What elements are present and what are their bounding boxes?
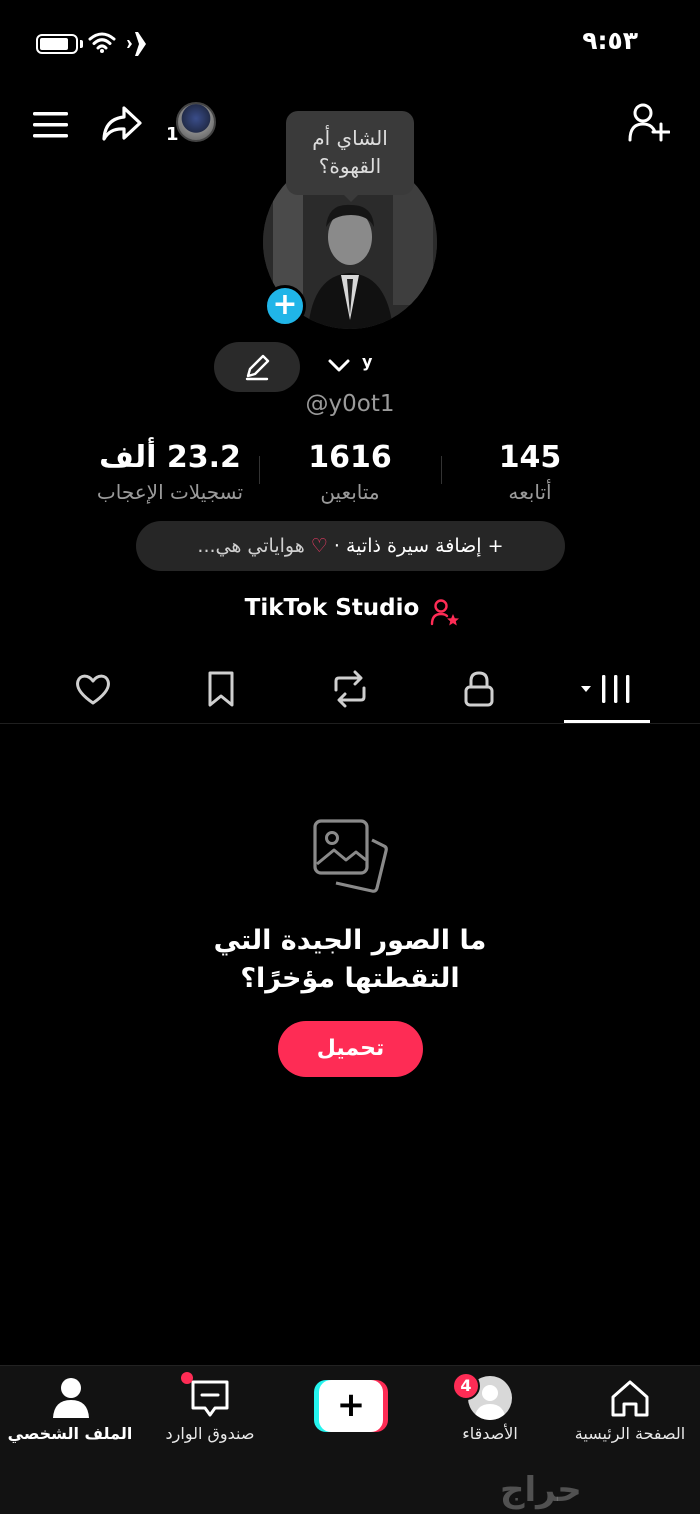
add-bio-text[interactable]: + إضافة سيرة ذاتية [346, 535, 504, 557]
battery-tip [80, 40, 83, 48]
following-stat[interactable]: 145 أتابعه [460, 440, 600, 508]
add-friend-icon[interactable] [628, 102, 670, 142]
status-time: ٩:٥٣ [582, 26, 638, 55]
inbox-notification-dot [181, 1372, 193, 1384]
likes-stat[interactable]: 23.2 ألف تسجيلات الإعجاب [60, 440, 280, 508]
menu-icon[interactable] [33, 110, 69, 140]
tiktok-studio-link[interactable]: TikTok Studio [0, 595, 700, 621]
pencil-icon [245, 354, 270, 381]
edit-profile-button[interactable] [214, 342, 300, 392]
followers-stat[interactable]: 1616 متابعين [280, 440, 420, 508]
bubble-tail [342, 193, 360, 202]
username: @y0ot1 [305, 391, 395, 417]
liked-tab-heart-icon[interactable] [74, 670, 112, 708]
videos-tab-grid-icon[interactable] [578, 670, 636, 708]
tab-divider [0, 723, 700, 724]
create-button[interactable]: + [314, 1380, 388, 1432]
reposts-tab-repost-icon[interactable] [330, 670, 370, 708]
nav-home-label[interactable]: الصفحة الرئيسية [560, 1424, 700, 1443]
heart-icon: ♡ [310, 535, 328, 557]
following-count: 145 [498, 440, 562, 475]
bio-pill[interactable]: + إضافة سيرة ذاتية · ♡ هواياتي هي... [136, 521, 565, 571]
profile-icon[interactable] [51, 1376, 91, 1418]
empty-title-line-1: ما الصور الجيدة التي [213, 925, 487, 956]
upload-button[interactable]: تحميل [278, 1021, 423, 1077]
nav-friends-label[interactable]: الأصدقاء [440, 1424, 540, 1443]
chevron-down-icon[interactable] [326, 352, 352, 378]
likes-label: تسجيلات الإعجاب [96, 480, 244, 504]
story-avatar[interactable] [176, 102, 216, 142]
share-icon[interactable] [100, 104, 144, 144]
watermark: حراج [500, 1470, 582, 1510]
battery-icon [36, 34, 78, 54]
photos-icon [313, 819, 388, 893]
private-tab-lock-icon[interactable] [461, 670, 497, 708]
home-icon[interactable] [609, 1378, 651, 1418]
bottom-nav: الصفحة الرئيسية 4 الأصدقاء + صندوق الوار… [0, 1365, 700, 1514]
following-label: أتابعه [508, 480, 552, 504]
friends-badge: 4 [452, 1372, 480, 1400]
studio-person-star-icon [430, 599, 459, 626]
wifi-icon [88, 32, 116, 53]
profile-note-bubble[interactable]: الشاي أم القهوة؟ [286, 111, 414, 195]
account-name[interactable]: y [362, 352, 372, 371]
add-story-button[interactable]: + [264, 285, 306, 327]
plus-icon: + [319, 1380, 383, 1432]
likes-count: 23.2 ألف [99, 440, 241, 475]
airplane-icon [127, 32, 156, 56]
nav-inbox-label[interactable]: صندوق الوارد [150, 1424, 270, 1443]
followers-count: 1616 [308, 440, 392, 475]
inbox-icon[interactable] [189, 1378, 231, 1420]
note-line-2: القهوة؟ [318, 154, 382, 178]
hobbies-text[interactable]: هواياتي هي... [197, 535, 304, 557]
saved-tab-bookmark-icon[interactable] [205, 670, 237, 708]
empty-title-line-2: التقطتها مؤخرًا؟ [240, 963, 460, 994]
bio-separator: · [333, 535, 340, 557]
nav-profile-label[interactable]: الملف الشخصي [4, 1424, 136, 1443]
note-line-1: الشاي أم [312, 126, 388, 150]
story-count: 1 [166, 124, 179, 145]
studio-label: TikTok Studio [244, 595, 420, 621]
stat-divider [441, 456, 442, 484]
empty-state-title: ما الصور الجيدة التي التقطتها مؤخرًا؟ [0, 922, 700, 998]
followers-label: متابعين [320, 480, 380, 504]
